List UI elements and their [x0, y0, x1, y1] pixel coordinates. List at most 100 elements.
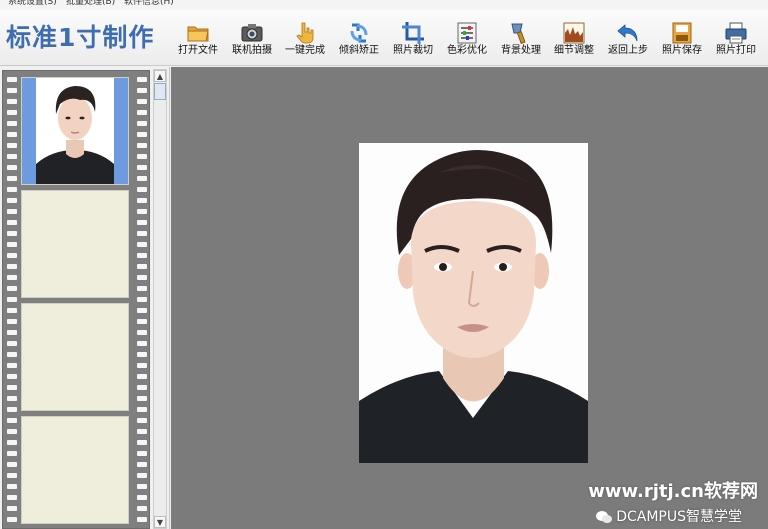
film-sprocket [137, 385, 147, 390]
save-icon [672, 22, 692, 44]
film-sprocket [7, 308, 17, 313]
hand-pointer-icon [296, 22, 314, 44]
film-sprocket [7, 484, 17, 489]
thumbnail-2[interactable] [21, 190, 129, 298]
detail-adjust-label: 细节调整 [554, 45, 594, 56]
film-sprocket [7, 330, 17, 335]
film-sprocket [7, 396, 17, 401]
app-window: 系统设置(S) 批量处理(B) 软件信息(H) 标准1寸制作 打开文件 联机拍摄 [0, 0, 768, 529]
film-sprocket [137, 330, 147, 335]
film-sprocket [137, 286, 147, 291]
film-sprocket [7, 242, 17, 247]
portrait-photo [359, 143, 588, 463]
film-sprocket [137, 275, 147, 280]
film-sprocket [7, 462, 17, 467]
film-sprocket [137, 429, 147, 434]
wechat-icon [596, 510, 613, 523]
film-sprocket [137, 451, 147, 456]
film-sprocket [7, 88, 17, 93]
photo-canvas[interactable] [171, 67, 768, 529]
film-sprocket [7, 506, 17, 511]
film-sprocket [137, 363, 147, 368]
tethered-shoot-button[interactable]: 联机拍摄 [226, 10, 278, 66]
photo-crop-button[interactable]: 照片裁切 [387, 10, 439, 66]
app-title: 标准1寸制作 [6, 23, 155, 52]
film-sprocket [7, 495, 17, 500]
thumbnail-3[interactable] [21, 303, 129, 411]
film-sprocket [7, 198, 17, 203]
film-sprocket [7, 341, 17, 346]
background-process-button[interactable]: 背景处理 [495, 10, 547, 66]
film-sprocket [7, 110, 17, 115]
thumbnail-4[interactable] [21, 416, 129, 524]
crop-icon [402, 22, 424, 44]
film-sprocket [7, 209, 17, 214]
tilt-correction-button[interactable]: 倾斜矫正 [333, 10, 385, 66]
film-sprocket [137, 407, 147, 412]
menu-system-settings[interactable]: 系统设置(S) [8, 0, 57, 8]
photo-print-button[interactable]: 照片打印 [710, 10, 762, 66]
color-optimize-button[interactable]: 色彩优化 [441, 10, 493, 66]
detail-adjust-button[interactable]: 细节调整 [548, 10, 600, 66]
film-sprocket [137, 77, 147, 82]
id-photo-preview [359, 143, 588, 463]
one-click-finish-button[interactable]: 一键完成 [279, 10, 331, 66]
film-sprocket [137, 176, 147, 181]
thumbnail-1[interactable] [21, 77, 129, 185]
film-sprocket [137, 374, 147, 379]
film-sprocket [137, 396, 147, 401]
film-sprocket [137, 110, 147, 115]
film-sprocket [7, 407, 17, 412]
film-sprocket [7, 440, 17, 445]
film-sprocket [137, 121, 147, 126]
film-sprocket [137, 231, 147, 236]
film-sprocket [7, 352, 17, 357]
film-sprocket [137, 308, 147, 313]
brush-icon [511, 23, 526, 44]
menu-software-info[interactable]: 软件信息(H) [124, 0, 174, 8]
film-sprocket [137, 319, 147, 324]
thumbnail-scrollbar[interactable]: ▲ ▼ [153, 69, 167, 529]
open-file-button[interactable]: 打开文件 [172, 10, 224, 66]
film-sprocket [137, 88, 147, 93]
scroll-thumb[interactable] [154, 83, 166, 100]
menu-batch-processing[interactable]: 批量处理(B) [66, 0, 115, 8]
film-sprocket [137, 341, 147, 346]
color-optimize-label: 色彩优化 [447, 45, 487, 56]
film-sprocket [137, 165, 147, 170]
film-sprocket [7, 253, 17, 258]
film-sprocket [7, 77, 17, 82]
film-sprocket [137, 209, 147, 214]
rotate-icon [350, 23, 368, 43]
film-sprocket [7, 451, 17, 456]
film-sprocket [137, 154, 147, 159]
film-sprocket [137, 253, 147, 258]
scroll-down-arrow[interactable]: ▼ [154, 516, 166, 528]
film-sprocket [137, 242, 147, 247]
film-sprocket [7, 187, 17, 192]
account-watermark: DCAMPUS智慧学堂 [596, 506, 742, 526]
filmstrip [2, 70, 150, 529]
film-sprocket [137, 297, 147, 302]
film-sprocket [137, 462, 147, 467]
portrait-thumbnail [22, 78, 128, 184]
film-sprocket [137, 352, 147, 357]
film-sprocket [7, 429, 17, 434]
film-sprocket [137, 132, 147, 137]
film-sprocket [7, 165, 17, 170]
film-sprocket [7, 231, 17, 236]
scroll-up-arrow[interactable]: ▲ [154, 70, 166, 82]
menu-bar: 系统设置(S) 批量处理(B) 软件信息(H) [0, 0, 768, 10]
photo-crop-label: 照片裁切 [393, 45, 433, 56]
film-sprocket [7, 319, 17, 324]
film-sprocket [7, 121, 17, 126]
photo-save-button[interactable]: 照片保存 [656, 10, 708, 66]
toolbar: 标准1寸制作 打开文件 联机拍摄 一键完成 倾斜矫正 照片裁切 色彩优化 背景处… [0, 10, 768, 66]
undo-icon [617, 24, 638, 42]
one-click-finish-label: 一键完成 [285, 45, 325, 56]
undo-button[interactable]: 返回上步 [602, 10, 654, 66]
film-sprocket [137, 143, 147, 148]
film-sprocket [7, 264, 17, 269]
detail-chart-icon [563, 22, 585, 44]
film-sprocket [7, 374, 17, 379]
